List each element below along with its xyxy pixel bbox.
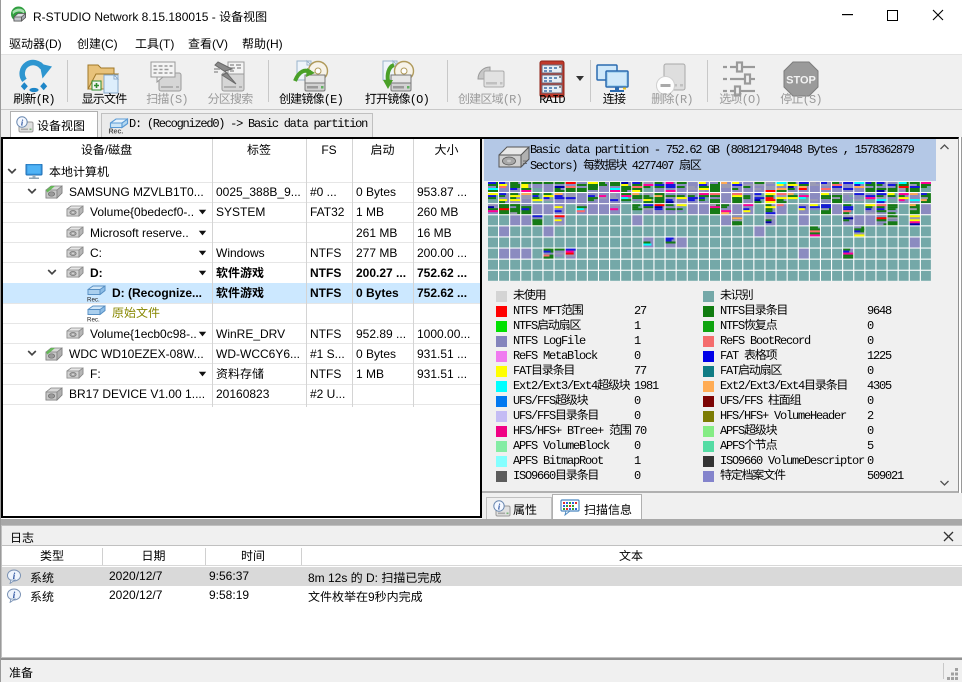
svg-text:STOP: STOP [786,75,816,87]
svg-text:Rec.: Rec. [109,129,124,135]
